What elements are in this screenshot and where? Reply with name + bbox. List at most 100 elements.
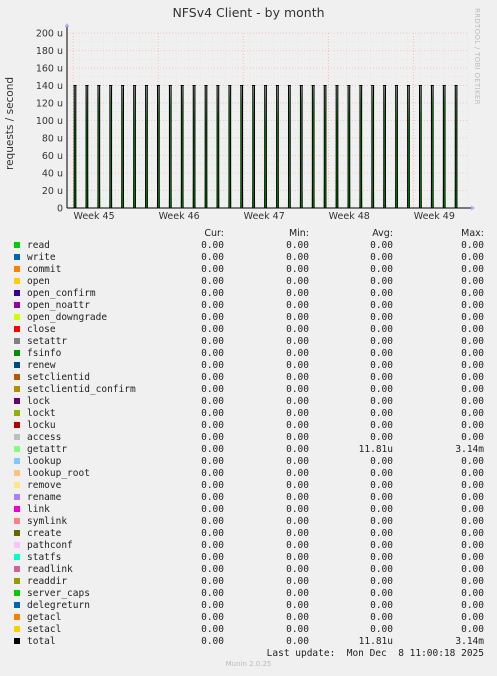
legend-value-cur: 0.00 xyxy=(201,420,224,431)
legend-row-setclientid: setclientid 0.00 0.00 0.00 0.00 xyxy=(0,372,497,384)
legend-value-cur: 0.00 xyxy=(201,492,224,503)
legend-name: lockt xyxy=(27,408,56,419)
legend-row-create: create 0.00 0.00 0.00 0.00 xyxy=(0,528,497,540)
legend-row-remove: remove 0.00 0.00 0.00 0.00 xyxy=(0,480,497,492)
header-max: Max: xyxy=(461,228,484,239)
legend-value-avg: 0.00 xyxy=(370,552,393,563)
legend-value-cur: 0.00 xyxy=(201,612,224,623)
legend-value-min: 0.00 xyxy=(286,396,309,407)
legend-row-getacl: getacl 0.00 0.00 0.00 0.00 xyxy=(0,612,497,624)
legend-value-avg: 0.00 xyxy=(370,300,393,311)
legend-row-server_caps: server_caps 0.00 0.00 0.00 0.00 xyxy=(0,588,497,600)
legend-value-cur: 0.00 xyxy=(201,372,224,383)
legend-value-avg: 0.00 xyxy=(370,288,393,299)
legend-name: close xyxy=(27,324,56,335)
legend-value-max: 0.00 xyxy=(461,348,484,359)
legend-value-min: 0.00 xyxy=(286,516,309,527)
legend-row-commit: commit 0.00 0.00 0.00 0.00 xyxy=(0,264,497,276)
y-tick-label: 100 u xyxy=(36,116,63,127)
legend-swatch xyxy=(14,374,20,380)
legend-value-cur: 0.00 xyxy=(201,264,224,275)
legend-swatch xyxy=(14,302,20,308)
legend-name: lock xyxy=(27,396,50,407)
chart-plot: 0 20 u 40 u 60 u 80 u 100 u 120 u 140 u 160 u 180… xyxy=(36,23,475,222)
legend-value-avg: 0.00 xyxy=(370,348,393,359)
legend-row-lookup: lookup 0.00 0.00 0.00 0.00 xyxy=(0,456,497,468)
legend-name: fsinfo xyxy=(27,348,62,359)
legend-name: open_confirm xyxy=(27,288,96,299)
legend-name: delegreturn xyxy=(27,600,90,611)
legend-row-fsinfo: fsinfo 0.00 0.00 0.00 0.00 xyxy=(0,348,497,360)
legend-value-min: 0.00 xyxy=(286,468,309,479)
legend-name: readdir xyxy=(27,576,68,587)
legend-swatch xyxy=(14,518,20,524)
legend-swatch xyxy=(14,422,20,428)
legend-value-cur: 0.00 xyxy=(201,336,224,347)
legend-value-avg: 0.00 xyxy=(370,612,393,623)
legend-row-delegreturn: delegreturn 0.00 0.00 0.00 0.00 xyxy=(0,600,497,612)
legend-value-min: 0.00 xyxy=(286,492,309,503)
legend-value-min: 0.00 xyxy=(286,564,309,575)
legend-swatch xyxy=(14,290,20,296)
legend-value-min: 0.00 xyxy=(286,240,309,251)
legend-value-cur: 0.00 xyxy=(201,444,224,455)
legend-value-min: 0.00 xyxy=(286,600,309,611)
x-axis-arrow xyxy=(471,205,475,211)
header-cur: Cur: xyxy=(204,228,224,239)
legend-value-min: 0.00 xyxy=(286,312,309,323)
legend-value-avg: 0.00 xyxy=(370,504,393,515)
legend-value-max: 0.00 xyxy=(461,276,484,287)
legend-name: open_noattr xyxy=(27,300,90,311)
legend-value-max: 0.00 xyxy=(461,600,484,611)
legend-row-readdir: readdir 0.00 0.00 0.00 0.00 xyxy=(0,576,497,588)
legend-value-max: 0.00 xyxy=(461,384,484,395)
legend-row-rename: rename 0.00 0.00 0.00 0.00 xyxy=(0,492,497,504)
legend-value-max: 3.14m xyxy=(455,444,484,455)
legend-value-max: 0.00 xyxy=(461,420,484,431)
legend-value-min: 0.00 xyxy=(286,252,309,263)
legend-value-min: 0.00 xyxy=(286,372,309,383)
legend-value-cur: 0.00 xyxy=(201,276,224,287)
legend-value-cur: 0.00 xyxy=(201,600,224,611)
legend-name: commit xyxy=(27,264,62,275)
legend-value-avg: 0.00 xyxy=(370,600,393,611)
legend-row-close: close 0.00 0.00 0.00 0.00 xyxy=(0,324,497,336)
legend-swatch xyxy=(14,242,20,248)
legend-name: link xyxy=(27,504,50,515)
y-tick-label: 180 u xyxy=(36,46,63,57)
legend-name: rename xyxy=(27,492,62,503)
legend-row-symlink: symlink 0.00 0.00 0.00 0.00 xyxy=(0,516,497,528)
legend-value-cur: 0.00 xyxy=(201,468,224,479)
legend-swatch xyxy=(14,542,20,548)
legend-value-cur: 0.00 xyxy=(201,360,224,371)
legend-name: create xyxy=(27,528,62,539)
legend-swatch xyxy=(14,446,20,452)
legend-name: getattr xyxy=(27,444,68,455)
legend-value-min: 0.00 xyxy=(286,504,309,515)
legend-row-lookup_root: lookup_root 0.00 0.00 0.00 0.00 xyxy=(0,468,497,480)
legend-value-max: 0.00 xyxy=(461,552,484,563)
legend-value-avg: 0.00 xyxy=(370,324,393,335)
legend-row-open: open 0.00 0.00 0.00 0.00 xyxy=(0,276,497,288)
legend-value-cur: 0.00 xyxy=(201,288,224,299)
legend-value-min: 0.00 xyxy=(286,264,309,275)
legend-value-max: 0.00 xyxy=(461,576,484,587)
x-tick-label: Week 46 xyxy=(159,211,200,222)
legend-value-avg: 0.00 xyxy=(370,384,393,395)
x-tick-label: Week 45 xyxy=(74,211,115,222)
legend-name: symlink xyxy=(27,516,68,527)
legend-name: lookup_root xyxy=(27,468,90,479)
legend-value-cur: 0.00 xyxy=(201,252,224,263)
legend-value-cur: 0.00 xyxy=(201,300,224,311)
legend-row-read: read 0.00 0.00 0.00 0.00 xyxy=(0,240,497,252)
legend-value-cur: 0.00 xyxy=(201,552,224,563)
legend-value-max: 0.00 xyxy=(461,612,484,623)
legend-value-max: 0.00 xyxy=(461,396,484,407)
legend-name: open_downgrade xyxy=(27,312,108,323)
y-tick-labels: 0 20 u 40 u 60 u 80 u 100 u 120 u 140 u 160 u 180… xyxy=(36,29,63,215)
legend-row-setacl: setacl 0.00 0.00 0.00 0.00 xyxy=(0,624,497,636)
legend-value-min: 0.00 xyxy=(286,420,309,431)
legend-name: renew xyxy=(27,360,56,371)
legend-value-min: 0.00 xyxy=(286,480,309,491)
legend-value-max: 0.00 xyxy=(461,300,484,311)
